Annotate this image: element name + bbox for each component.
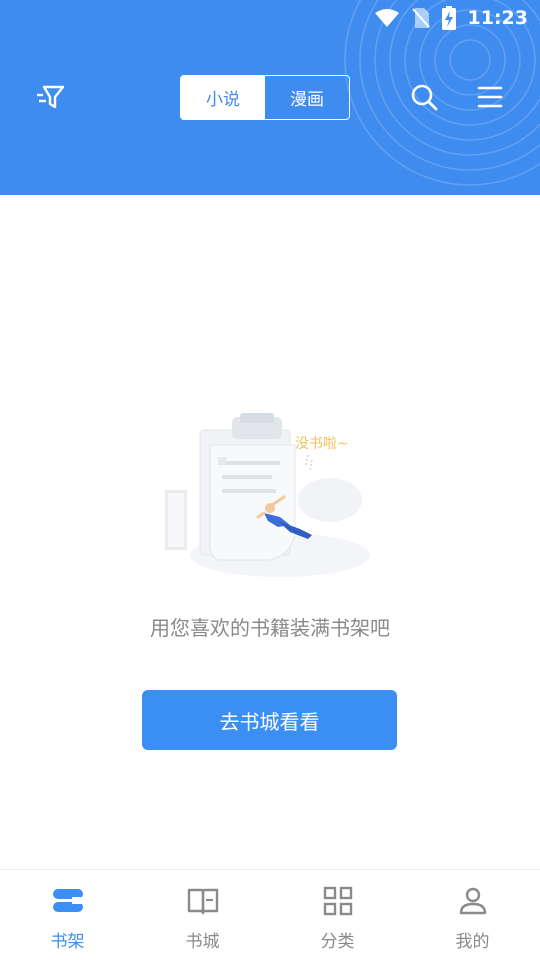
- illustration-caption: 没书啦~: [295, 435, 349, 452]
- search-button[interactable]: [405, 78, 443, 116]
- grid-icon: [322, 885, 354, 917]
- filter-icon: [37, 85, 65, 109]
- book-icon: [187, 885, 219, 917]
- app-header: 11:23 小说 漫画: [0, 0, 540, 195]
- toolbar: 小说 漫画: [0, 72, 540, 122]
- empty-message: 用您喜欢的书籍装满书架吧: [150, 616, 390, 640]
- menu-button[interactable]: [471, 78, 509, 116]
- nav-label-bookstore: 书城: [185, 932, 220, 952]
- status-bar: 11:23: [0, 0, 540, 36]
- tab-comic[interactable]: 漫画: [265, 76, 349, 119]
- menu-icon: [477, 86, 503, 108]
- battery-charging-icon: [441, 6, 456, 30]
- nav-label-mine: 我的: [455, 932, 490, 952]
- bookshelf-icon: [52, 885, 84, 917]
- nav-item-bookstore[interactable]: 书城: [135, 870, 270, 960]
- no-sim-icon: [411, 7, 430, 29]
- nav-item-mine[interactable]: 我的: [405, 870, 540, 960]
- wifi-icon: [374, 8, 400, 28]
- nav-label-bookshelf: 书架: [50, 932, 85, 952]
- person-icon: [457, 885, 489, 917]
- tab-novel[interactable]: 小说: [181, 76, 265, 119]
- search-icon: [411, 84, 438, 111]
- nav-label-category: 分类: [320, 932, 355, 952]
- filter-button[interactable]: [31, 78, 69, 116]
- bottom-nav: 书架 书城 分类 我的: [0, 869, 540, 960]
- go-to-bookstore-button[interactable]: 去书城看看: [142, 690, 397, 750]
- status-time: 11:23: [467, 7, 528, 29]
- nav-item-category[interactable]: 分类: [270, 870, 405, 960]
- empty-bookshelf-illustration: 没书啦~: [165, 413, 370, 577]
- content-type-switch: 小说 漫画: [180, 75, 350, 120]
- nav-item-bookshelf[interactable]: 书架: [0, 870, 135, 960]
